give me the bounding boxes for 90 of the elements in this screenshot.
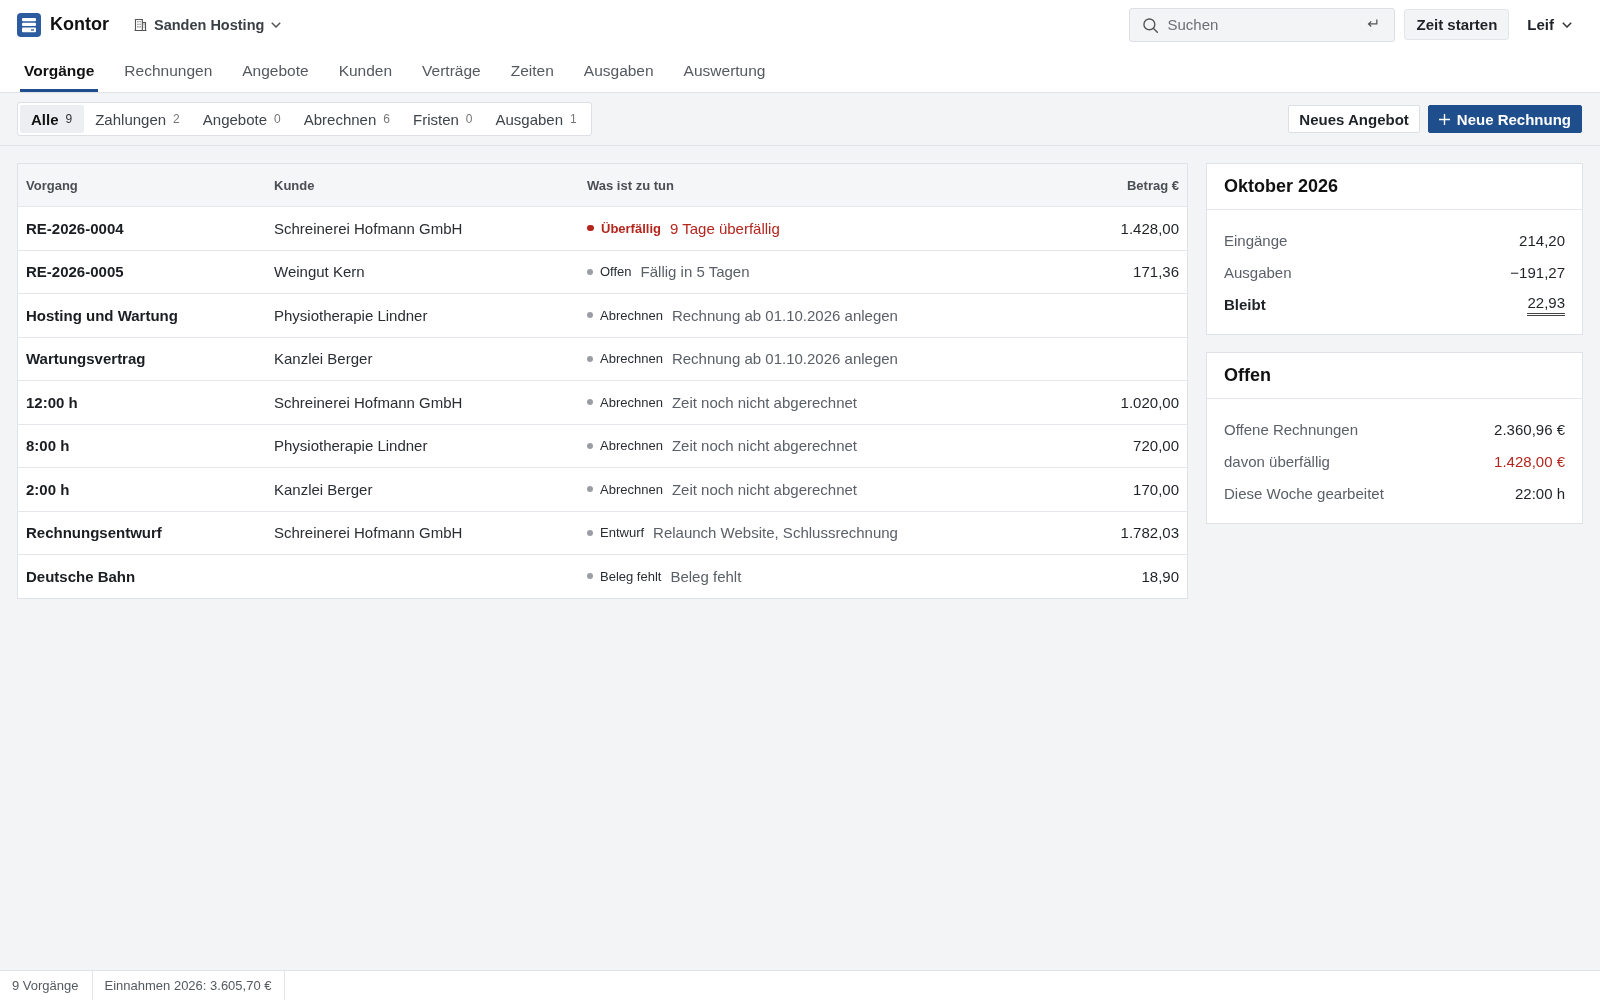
table-cell-text: Wartungsvertrag bbox=[25, 350, 147, 368]
caret-icon bbox=[1562, 21, 1572, 28]
table-cell-text: 1.020,00 bbox=[1119, 393, 1180, 411]
table-cell-text: 1.428,00 bbox=[1119, 219, 1180, 237]
filter-chip[interactable]: Fristen 0 bbox=[401, 105, 485, 133]
nav-tab[interactable]: Zeiten bbox=[506, 49, 558, 92]
status-label: Beleg fehlt bbox=[600, 568, 662, 584]
todo-text: Zeit noch nicht abgerechnet bbox=[671, 480, 857, 498]
column-header: Betrag € bbox=[1125, 177, 1180, 193]
card-title: Offen bbox=[1224, 365, 1271, 386]
app-name: Kontor bbox=[50, 14, 109, 35]
status-label: Abrechnen bbox=[600, 394, 663, 410]
table-cell-text: RE-2026-0005 bbox=[25, 263, 125, 281]
table-cell-text: Schreinerei Hofmann GmbH bbox=[273, 393, 464, 411]
search-field[interactable]: Suchen bbox=[1129, 7, 1396, 42]
table-cell-text: Physiotherapie Lindner bbox=[273, 437, 429, 455]
summary-label: Offene Rechnungen bbox=[1224, 420, 1358, 438]
caret-icon bbox=[271, 21, 282, 28]
summary-label: Diese Woche gearbeitet bbox=[1224, 484, 1384, 502]
table-cell-text: Schreinerei Hofmann GmbH bbox=[273, 219, 464, 237]
table-cell-text: Kanzlei Berger bbox=[273, 350, 374, 368]
card-title: Oktober 2026 bbox=[1224, 176, 1339, 197]
filter-chip[interactable]: Zahlungen 2 bbox=[84, 105, 192, 133]
nav-tab[interactable]: Auswertung bbox=[679, 49, 770, 92]
table-cell-text: Kanzlei Berger bbox=[273, 480, 374, 498]
todo-text: Relaunch Website, Schlussrechnung bbox=[653, 524, 898, 542]
table-cell-text: Weingut Kern bbox=[273, 263, 366, 281]
todo-text: Rechnung ab 01.10.2026 anlegen bbox=[671, 350, 898, 368]
user-menu[interactable]: Leif bbox=[1521, 12, 1578, 37]
status-text: Einnahmen 2026: 3.605,70 € bbox=[92, 971, 286, 1000]
column-header: Kunde bbox=[273, 177, 316, 193]
filter-chip[interactable]: Abrechnen 6 bbox=[292, 105, 402, 133]
logo-icon bbox=[17, 12, 41, 37]
todo-text: Zeit noch nicht abgerechnet bbox=[671, 393, 857, 411]
status-label: Abrechnen bbox=[600, 481, 663, 497]
workspace-switcher[interactable]: Sanden Hosting bbox=[131, 12, 285, 37]
status-label: Abrechnen bbox=[600, 307, 663, 323]
nav-tab[interactable]: Vorgänge bbox=[20, 49, 99, 92]
new-offer-button[interactable]: Neues Angebot bbox=[1288, 105, 1420, 133]
table-cell-text: 171,36 bbox=[1132, 263, 1180, 281]
summary-label: Bleibt bbox=[1224, 295, 1266, 313]
nav-tab[interactable]: Rechnungen bbox=[120, 49, 217, 92]
nav-tab[interactable]: Verträge bbox=[418, 49, 485, 92]
column-header: Was ist zu tun bbox=[586, 177, 675, 193]
filter-chip[interactable]: Ausgaben 1 bbox=[484, 105, 589, 133]
start-timer-button[interactable]: Zeit starten bbox=[1404, 9, 1510, 40]
nav-tab[interactable]: Ausgaben bbox=[579, 49, 658, 92]
status-label: Abrechnen bbox=[600, 438, 663, 454]
todo-text: Beleg fehlt bbox=[670, 567, 742, 585]
nav-tab[interactable]: Kunden bbox=[334, 49, 397, 92]
summary-value: 22:00 h bbox=[1514, 484, 1565, 502]
column-header: Vorgang bbox=[25, 177, 79, 193]
table-cell-text: Deutsche Bahn bbox=[25, 567, 137, 585]
summary-label: Ausgaben bbox=[1224, 263, 1292, 281]
todo-text: 9 Tage überfällig bbox=[669, 219, 780, 237]
return-key-icon bbox=[1367, 18, 1379, 28]
status-label: Entwurf bbox=[600, 525, 645, 541]
table-cell-text: Schreinerei Hofmann GmbH bbox=[273, 524, 464, 542]
status-text: 9 Vorgänge bbox=[0, 971, 93, 1000]
search-icon bbox=[1143, 17, 1159, 33]
status-label: Abrechnen bbox=[600, 351, 663, 367]
nav-tab[interactable]: Angebote bbox=[238, 49, 313, 92]
table-cell-text: Hosting und Wartung bbox=[25, 306, 179, 324]
building-icon bbox=[134, 18, 147, 31]
table-cell-text: 720,00 bbox=[1132, 437, 1180, 455]
status-label: Überfällig bbox=[601, 220, 661, 236]
new-invoice-button[interactable]: Neue Rechnung bbox=[1427, 105, 1582, 133]
table-cell-text: 1.782,03 bbox=[1119, 524, 1180, 542]
todo-text: Fällig in 5 Tagen bbox=[640, 263, 750, 281]
summary-label: davon überfällig bbox=[1224, 452, 1330, 470]
todo-text: Zeit noch nicht abgerechnet bbox=[671, 437, 857, 455]
plus-icon bbox=[1438, 113, 1450, 125]
table-cell-text: Rechnungsentwurf bbox=[25, 524, 163, 542]
table-cell-text: 2:00 h bbox=[25, 480, 71, 498]
filter-chip[interactable]: Angebote 0 bbox=[191, 105, 293, 133]
table-cell-text: 8:00 h bbox=[25, 437, 71, 455]
todo-text: Rechnung ab 01.10.2026 anlegen bbox=[671, 306, 898, 324]
table-cell-text: 18,90 bbox=[1140, 567, 1180, 585]
summary-value: 22,93 bbox=[1527, 294, 1565, 316]
summary-value: 1.428,00 € bbox=[1494, 452, 1565, 470]
summary-value: 2.360,96 € bbox=[1494, 420, 1565, 438]
status-label: Offen bbox=[600, 264, 632, 280]
table-cell-text: RE-2026-0004 bbox=[25, 219, 125, 237]
table-cell-text: 12:00 h bbox=[25, 393, 79, 411]
table-cell-text: Physiotherapie Lindner bbox=[273, 306, 429, 324]
summary-value: −191,27 bbox=[1510, 263, 1565, 281]
filter-chip[interactable]: Alle 9 bbox=[20, 105, 85, 133]
summary-value: 214,20 bbox=[1519, 231, 1565, 249]
summary-label: Eingänge bbox=[1224, 231, 1288, 249]
table-cell-text: 170,00 bbox=[1132, 480, 1180, 498]
